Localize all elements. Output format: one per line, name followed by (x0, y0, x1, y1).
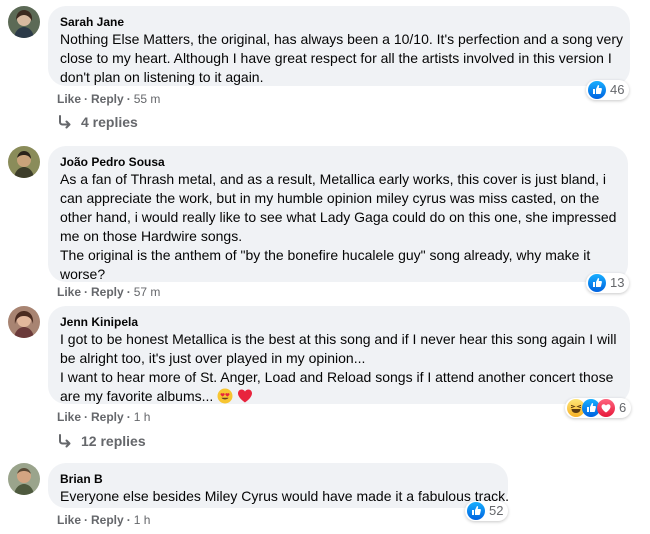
comment-text: I got to be honest Metallica is the best… (60, 331, 617, 347)
reply-arrow-icon (59, 434, 71, 448)
reaction-count: 52 (489, 503, 504, 518)
comment-timestamp[interactable]: 57 m (134, 284, 161, 300)
reply-button[interactable]: Reply (91, 512, 124, 528)
comment-text: I want to hear more of St. Anger, Load a… (60, 369, 614, 385)
reaction-summary[interactable]: 46 (586, 80, 630, 100)
red-heart-emoji (237, 388, 253, 409)
comment-author[interactable]: João Pedro Sousa (60, 154, 616, 170)
comment-author[interactable]: Sarah Jane (60, 14, 618, 30)
avatar[interactable] (8, 146, 40, 178)
avatar[interactable] (8, 306, 40, 338)
avatar[interactable] (8, 6, 40, 38)
comment-text: The original is the anthem of "by the bo… (60, 247, 591, 263)
like-button[interactable]: Like (57, 512, 81, 528)
like-button[interactable]: Like (57, 91, 81, 107)
reaction-summary[interactable]: 6 (565, 398, 632, 418)
comment-actions: Like · Reply · 1 h (57, 512, 150, 528)
comment-actions: Like · Reply · 55 m (57, 91, 160, 107)
replies-label: 12 replies (81, 433, 146, 449)
separator-dot: · (84, 92, 89, 106)
reply-button[interactable]: Reply (91, 409, 124, 425)
like-icon (467, 502, 485, 520)
view-replies-button[interactable]: 4 replies (57, 114, 138, 130)
reply-button[interactable]: Reply (91, 91, 124, 107)
comment-text: Nothing Else Matters, the original, has … (60, 31, 623, 47)
comment-text: don't plan on listening to it again. (60, 69, 264, 85)
separator-dot: · (126, 92, 131, 106)
comment-text: other hand, i would really like to see w… (60, 209, 617, 225)
comment-text-with-emoji: are my favorite albums... (60, 387, 618, 409)
reaction-count: 6 (619, 400, 627, 415)
comment-actions: Like · Reply · 57 m (57, 284, 160, 300)
like-button[interactable]: Like (57, 284, 81, 300)
comment-author[interactable]: Brian B (60, 471, 496, 487)
separator-dot: · (84, 513, 89, 527)
comment-timestamp[interactable]: 1 h (134, 512, 151, 528)
comment-timestamp[interactable]: 55 m (134, 91, 161, 107)
heart-eyes-emoji (217, 388, 233, 409)
comment-text: close to my heart. Although I have great… (60, 50, 612, 66)
comment-timestamp[interactable]: 1 h (134, 409, 151, 425)
comment-bubble: Jenn Kinipela I got to be honest Metalli… (48, 306, 630, 404)
comment-bubble: Brian B Everyone else besides Miley Cyru… (48, 463, 509, 508)
reaction-summary[interactable]: 52 (465, 501, 509, 521)
comment-actions: Like · Reply · 1 h (57, 409, 150, 425)
separator-dot: · (126, 285, 131, 299)
like-button[interactable]: Like (57, 409, 81, 425)
like-icon (588, 81, 606, 99)
comment-text: me on those Hardwire songs. (60, 228, 243, 244)
like-icon (588, 274, 606, 292)
comment-bubble: João Pedro Sousa As a fan of Thrash meta… (48, 146, 628, 282)
reaction-count: 13 (610, 275, 625, 290)
separator-dot: · (84, 410, 89, 424)
reaction-count: 46 (610, 82, 625, 97)
separator-dot: · (126, 410, 131, 424)
replies-label: 4 replies (81, 114, 138, 130)
avatar[interactable] (8, 463, 40, 495)
comment-text: can appreciate the work, but in my humbl… (60, 190, 600, 206)
love-icon (597, 399, 615, 417)
comment-text: As a fan of Thrash metal, and as a resul… (60, 171, 606, 187)
comment-author[interactable]: Jenn Kinipela (60, 314, 618, 330)
comment-text: worse? (60, 266, 106, 282)
separator-dot: · (126, 513, 131, 527)
reply-arrow-icon (59, 115, 71, 129)
view-replies-button[interactable]: 12 replies (57, 433, 146, 449)
comment-text: Everyone else besides Miley Cyrus would … (60, 488, 509, 504)
comment-bubble: Sarah Jane Nothing Else Matters, the ori… (48, 6, 630, 86)
separator-dot: · (84, 285, 89, 299)
comment-text: are my favorite albums... (60, 388, 214, 404)
reply-button[interactable]: Reply (91, 284, 124, 300)
comment-text: be alright too, it's just over played in… (60, 350, 366, 366)
reaction-summary[interactable]: 13 (586, 273, 630, 293)
